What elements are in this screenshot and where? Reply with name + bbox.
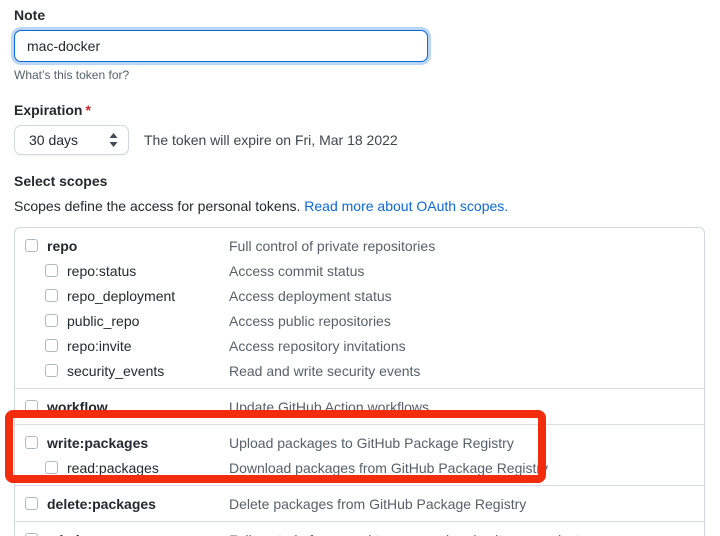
scope-row-repo:status: repo:status Access commit status bbox=[15, 258, 704, 283]
oauth-scopes-link[interactable]: Read more about OAuth scopes. bbox=[304, 198, 508, 214]
scope-row-delete:packages: delete:packages Delete packages from Git… bbox=[15, 491, 704, 516]
required-asterisk: * bbox=[85, 102, 90, 118]
scope-checkbox[interactable] bbox=[45, 314, 58, 327]
scope-name-label: public_repo bbox=[67, 313, 139, 329]
note-field-group: Note What’s this token for? bbox=[14, 8, 706, 81]
scope-group: delete:packages Delete packages from Git… bbox=[15, 485, 704, 521]
scope-description: Download packages from GitHub Package Re… bbox=[229, 460, 548, 476]
scope-description: Access commit status bbox=[229, 263, 364, 279]
scope-row-security_events: security_events Read and write security … bbox=[15, 358, 704, 383]
scope-name-label: repo:status bbox=[67, 263, 136, 279]
scope-description: Read and write security events bbox=[229, 363, 420, 379]
scope-row-read:packages: read:packages Download packages from Git… bbox=[15, 455, 704, 480]
scope-description: Delete packages from GitHub Package Regi… bbox=[229, 496, 526, 512]
scopes-description: Scopes define the access for personal to… bbox=[14, 199, 706, 213]
note-helper-text: What’s this token for? bbox=[14, 69, 706, 81]
scope-checkbox[interactable] bbox=[25, 400, 38, 413]
scope-description: Access repository invitations bbox=[229, 338, 406, 354]
scope-name-label: repo:invite bbox=[67, 338, 132, 354]
scope-checkbox[interactable] bbox=[45, 289, 58, 302]
expiration-selected-value: 30 days bbox=[29, 132, 78, 148]
scope-group: repo Full control of private repositorie… bbox=[15, 228, 704, 388]
note-label: Note bbox=[14, 8, 706, 22]
expiration-label: Expiration* bbox=[14, 103, 706, 117]
scope-description: Full control of private repositories bbox=[229, 238, 435, 254]
scope-group: workflow Update GitHub Action workflows bbox=[15, 388, 704, 424]
token-settings-page: Note What’s this token for? Expiration* … bbox=[0, 0, 720, 536]
scope-name-label: admin:org bbox=[47, 532, 115, 536]
scope-checkbox[interactable] bbox=[45, 461, 58, 474]
scope-description: Update GitHub Action workflows bbox=[229, 399, 429, 415]
scope-description: Upload packages to GitHub Package Regist… bbox=[229, 435, 514, 451]
scope-row-public_repo: public_repo Access public repositories bbox=[15, 308, 704, 333]
scope-checkbox[interactable] bbox=[45, 364, 58, 377]
scope-group: admin:org Full control of orgs and teams… bbox=[15, 521, 704, 536]
scope-checkbox[interactable] bbox=[45, 339, 58, 352]
up-down-caret-icon bbox=[109, 133, 118, 147]
scope-description: Access public repositories bbox=[229, 313, 391, 329]
scope-description: Full control of orgs and teams, read and… bbox=[229, 532, 587, 536]
scope-description: Access deployment status bbox=[229, 288, 392, 304]
scopes-table: repo Full control of private repositorie… bbox=[14, 227, 705, 536]
scope-name-label: delete:packages bbox=[47, 496, 156, 512]
scope-row-write:packages: write:packages Upload packages to GitHub… bbox=[15, 430, 704, 455]
expiration-field-group: Expiration* 30 days The token will expir… bbox=[14, 103, 706, 155]
scope-checkbox[interactable] bbox=[25, 239, 38, 252]
scope-checkbox[interactable] bbox=[45, 264, 58, 277]
scope-name-label: read:packages bbox=[67, 460, 159, 476]
scope-name-label: repo_deployment bbox=[67, 288, 175, 304]
scope-name-label: write:packages bbox=[47, 435, 148, 451]
scope-row-admin:org: admin:org Full control of orgs and teams… bbox=[15, 527, 704, 536]
scope-checkbox[interactable] bbox=[25, 497, 38, 510]
scope-name-label: workflow bbox=[47, 399, 108, 415]
expiration-note-text: The token will expire on Fri, Mar 18 202… bbox=[144, 132, 398, 148]
scope-name-label: security_events bbox=[67, 363, 164, 379]
scope-name-label: repo bbox=[47, 238, 77, 254]
scope-row-repo: repo Full control of private repositorie… bbox=[15, 233, 704, 258]
scope-group: write:packages Upload packages to GitHub… bbox=[15, 424, 704, 485]
scope-checkbox[interactable] bbox=[25, 436, 38, 449]
select-scopes-heading: Select scopes bbox=[14, 174, 706, 188]
scope-row-workflow: workflow Update GitHub Action workflows bbox=[15, 394, 704, 419]
scope-row-repo:invite: repo:invite Access repository invitation… bbox=[15, 333, 704, 358]
expiration-select[interactable]: 30 days bbox=[14, 125, 129, 155]
note-input[interactable] bbox=[14, 30, 428, 62]
scope-row-repo_deployment: repo_deployment Access deployment status bbox=[15, 283, 704, 308]
